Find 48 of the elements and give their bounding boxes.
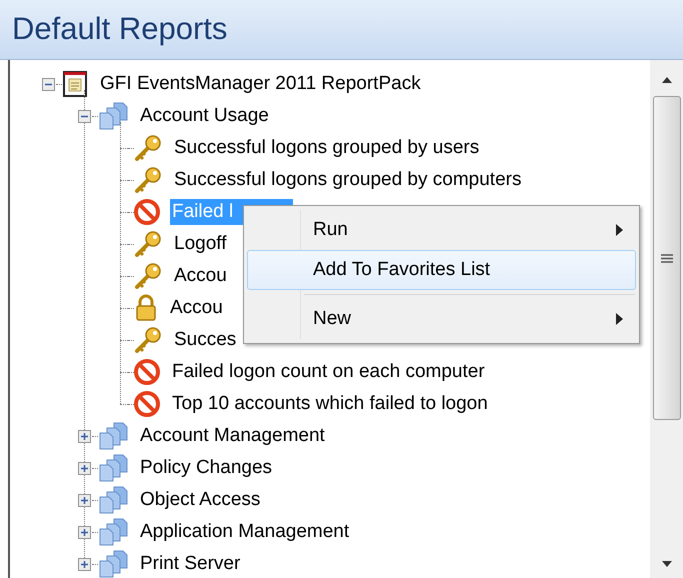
tree-item[interactable]: Policy Changes	[138, 455, 274, 481]
expand-toggle[interactable]	[78, 462, 90, 474]
tree-item[interactable]: Application Management	[138, 519, 352, 545]
scrollbar-thumb[interactable]	[652, 96, 680, 420]
padlock-icon	[134, 294, 158, 322]
tree-item[interactable]: Account Usage	[138, 103, 271, 129]
pages-stack-icon	[98, 102, 128, 130]
no-entry-icon	[134, 359, 160, 385]
key-icon	[134, 166, 162, 194]
expand-toggle[interactable]	[78, 430, 90, 442]
pages-stack-icon	[98, 454, 128, 482]
tree-item[interactable]: Top 10 accounts which failed to logon	[170, 391, 490, 417]
grip-icon	[660, 254, 672, 262]
panel-title: Default Reports	[12, 10, 228, 48]
pages-stack-icon	[98, 550, 128, 578]
pages-stack-icon	[98, 422, 128, 450]
tree-item[interactable]: Successful logons grouped by computers	[172, 167, 524, 193]
tree-item[interactable]: Accou	[168, 295, 225, 321]
expand-toggle[interactable]	[78, 494, 90, 506]
tree-item[interactable]: Failed logon count on each computer	[170, 359, 487, 385]
tree-item[interactable]: Succes	[172, 327, 238, 353]
tree-item[interactable]: Print Server	[138, 551, 242, 577]
submenu-arrow-icon	[616, 313, 623, 325]
tree-item[interactable]: Object Access	[138, 487, 262, 513]
no-entry-icon	[134, 199, 160, 225]
key-icon	[134, 262, 162, 290]
pages-stack-icon	[98, 486, 128, 514]
expand-toggle[interactable]	[78, 558, 90, 570]
key-icon	[134, 326, 162, 354]
menu-item[interactable]: Add To Favorites List	[247, 250, 636, 290]
vertical-scrollbar[interactable]	[650, 60, 683, 578]
tree-item[interactable]: Successful logons grouped by users	[172, 135, 482, 161]
key-icon	[134, 134, 162, 162]
menu-item[interactable]: New	[247, 299, 636, 339]
collapse-toggle[interactable]	[78, 110, 90, 122]
report-icon	[62, 71, 88, 97]
tree-item[interactable]: Logoff	[172, 231, 228, 257]
submenu-arrow-icon	[616, 224, 623, 236]
tree-item[interactable]: GFI EventsManager 2011 ReportPack	[98, 71, 423, 97]
key-icon	[134, 230, 162, 258]
pages-stack-icon	[98, 518, 128, 546]
expand-toggle[interactable]	[78, 526, 90, 538]
no-entry-icon	[134, 391, 160, 417]
scroll-up-icon[interactable]	[660, 76, 672, 84]
tree-item[interactable]: Account Management	[138, 423, 327, 449]
tree-item[interactable]: Accou	[172, 263, 229, 289]
collapse-toggle[interactable]	[42, 78, 54, 90]
scroll-down-icon[interactable]	[660, 560, 672, 568]
